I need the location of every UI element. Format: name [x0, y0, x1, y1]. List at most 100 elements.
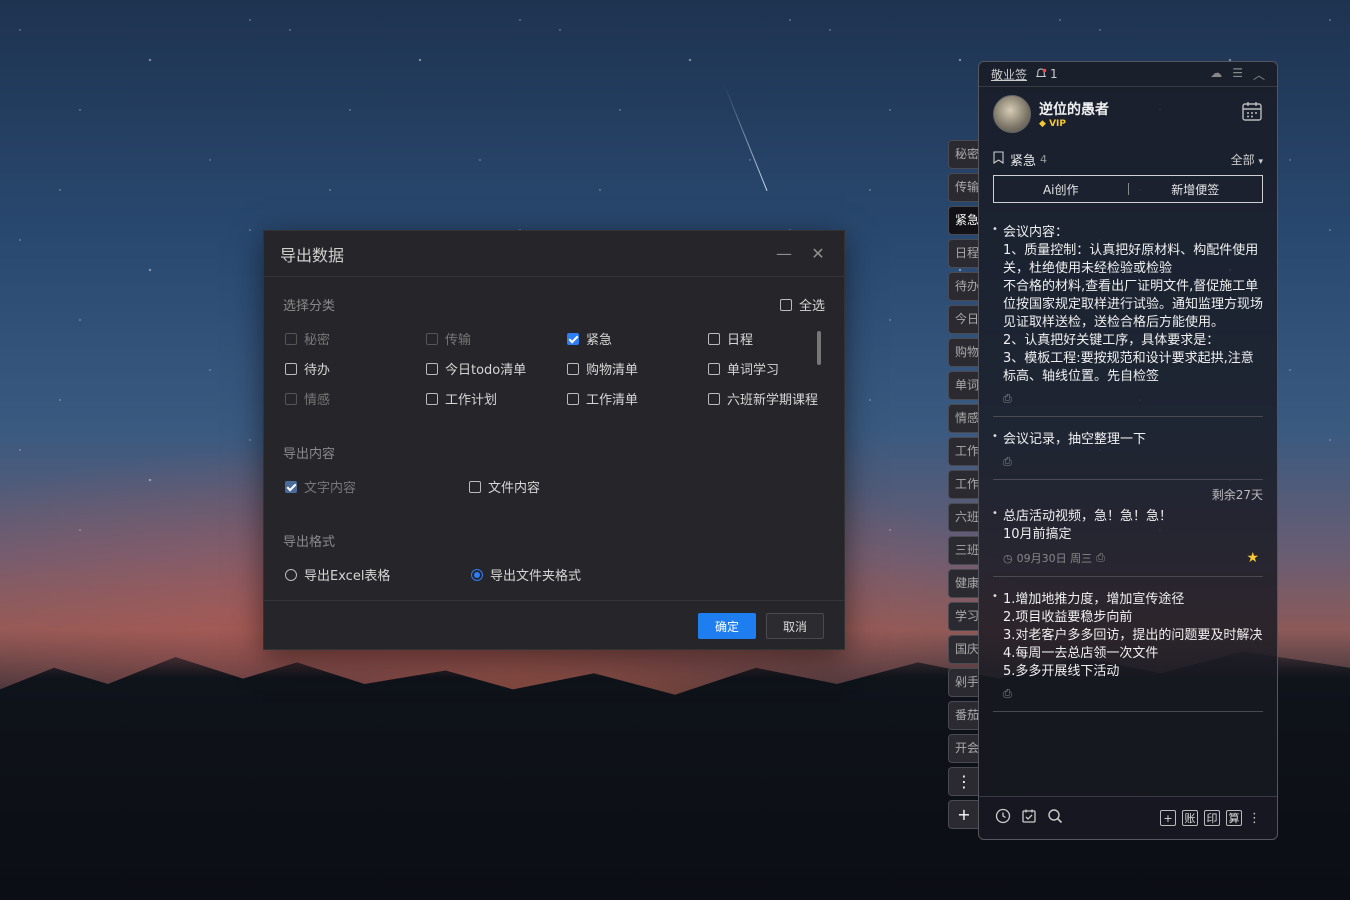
- user-info: 逆位的愚者 ◆ VIP: [993, 95, 1109, 133]
- bottom-tools: + 账印算: [1160, 810, 1242, 826]
- category-tab[interactable]: 开会: [948, 734, 979, 763]
- bookmark-icon: [993, 151, 1004, 168]
- category-tab[interactable]: 工作: [948, 470, 979, 499]
- close-icon[interactable]: ✕: [808, 244, 828, 264]
- note-text: 1.增加地推力度，增加宣传途径 2.项目收益要稳步向前 3.对老客户多多回访，提…: [1003, 592, 1263, 679]
- checkbox-icon: [426, 392, 438, 405]
- category-tab[interactable]: 单词: [948, 371, 979, 400]
- category-tab[interactable]: 三班: [948, 536, 979, 565]
- note-item[interactable]: 剩余27天总店活动视频，急！急！急！ 10月前搞定 ◷09月30日 周三⎙ ★: [992, 488, 1263, 577]
- star-icon[interactable]: ★: [1246, 550, 1259, 566]
- category-checkbox[interactable]: 传输: [426, 329, 471, 348]
- format-excel-radio[interactable]: 导出Excel表格: [285, 565, 390, 584]
- collapse-icon[interactable]: ︿: [1253, 66, 1265, 83]
- section-category-label: 选择分类: [283, 299, 336, 314]
- tabs-more-button[interactable]: ⋮: [948, 767, 979, 796]
- category-tab[interactable]: 待办: [948, 272, 979, 301]
- filter-dropdown[interactable]: 全部 ▾: [1231, 151, 1263, 168]
- note-text: 会议内容： 1、质量控制：认真把好原材料、构配件使用关，杜绝使用未经检验或检验 …: [1003, 225, 1263, 384]
- ai-create-button[interactable]: Ai创作: [994, 181, 1128, 198]
- category-tab[interactable]: 情感: [948, 404, 979, 433]
- current-category: 紧急: [1010, 154, 1037, 169]
- category-checkbox[interactable]: 待办: [285, 359, 330, 378]
- confirm-button[interactable]: 确定: [698, 613, 756, 639]
- category-tab[interactable]: 国庆: [948, 635, 979, 664]
- calculator-icon[interactable]: 算: [1226, 810, 1242, 826]
- category-tab[interactable]: 健康: [948, 569, 979, 598]
- category-tab[interactable]: 番茄: [948, 701, 979, 730]
- format-folder-radio[interactable]: 导出文件夹格式: [471, 565, 581, 584]
- notes-panel: 敬业签 1 ☁ ☰ ︿ 逆位的愚者 ◆ VIP 紧急 4 全部 ▾ Ai创作 新…: [978, 61, 1278, 840]
- category-tab[interactable]: 剁手: [948, 668, 979, 697]
- category-count: 4: [1040, 153, 1048, 166]
- category-tab[interactable]: 秘密: [948, 140, 979, 169]
- diamond-icon: ◆: [1039, 119, 1046, 129]
- vip-badge: VIP: [1049, 119, 1066, 129]
- checkbox-icon: [285, 332, 297, 345]
- category-tab[interactable]: 学习: [948, 602, 979, 631]
- category-checkbox[interactable]: 秘密: [285, 329, 330, 348]
- remaining-days: 剩余27天: [1211, 488, 1263, 502]
- category-tab[interactable]: 工作: [948, 437, 979, 466]
- checkbox-icon: [567, 332, 579, 345]
- panel-bottom-bar: + 账印算 ⋮: [979, 796, 1277, 839]
- category-checkbox[interactable]: 紧急: [567, 329, 612, 348]
- note-item[interactable]: 会议内容： 1、质量控制：认真把好原材料、构配件使用关，杜绝使用未经检验或检验 …: [992, 222, 1263, 417]
- meteor: [723, 83, 768, 192]
- dialog-header: 导出数据 — ✕: [264, 231, 844, 277]
- printer-icon[interactable]: ⎙: [1003, 687, 1012, 701]
- category-tab[interactable]: 紧急: [948, 206, 979, 235]
- radio-icon: [471, 568, 483, 581]
- add-category-button[interactable]: +: [948, 800, 979, 829]
- bell-icon[interactable]: [1035, 68, 1047, 80]
- user-name: 逆位的愚者: [1039, 102, 1109, 118]
- app-name[interactable]: 敬业签: [991, 66, 1027, 83]
- category-tab[interactable]: 传输: [948, 173, 979, 202]
- category-checkbox[interactable]: 购物清单: [567, 359, 638, 378]
- panel-titlebar: 敬业签 1 ☁ ☰ ︿: [979, 62, 1277, 87]
- category-checkbox[interactable]: 情感: [285, 389, 330, 408]
- clock-icon[interactable]: [995, 808, 1011, 828]
- search-icon[interactable]: [1047, 808, 1063, 828]
- category-scrollbar[interactable]: [817, 331, 821, 365]
- select-all-checkbox[interactable]: 全选: [780, 295, 825, 314]
- add-icon[interactable]: +: [1160, 810, 1176, 826]
- printer-icon[interactable]: ⎙: [1003, 455, 1012, 469]
- dialog-title: 导出数据: [280, 245, 345, 265]
- section-format-label: 导出格式: [283, 535, 336, 550]
- category-tab[interactable]: 今日: [948, 305, 979, 334]
- menu-icon[interactable]: ☰: [1232, 66, 1243, 83]
- content-file-checkbox[interactable]: 文件内容: [469, 477, 540, 496]
- content-text-checkbox[interactable]: 文字内容: [285, 477, 356, 496]
- category-checkbox[interactable]: 日程: [708, 329, 753, 348]
- stamp-icon[interactable]: 印: [1204, 810, 1220, 826]
- note-item[interactable]: 会议记录，抽空整理一下 ⎙: [992, 429, 1263, 480]
- checkbox-icon: [708, 392, 720, 405]
- category-tab[interactable]: 六班: [948, 503, 979, 532]
- category-tab[interactable]: 日程: [948, 239, 979, 268]
- category-checkbox[interactable]: 六班新学期课程: [708, 389, 818, 408]
- printer-icon[interactable]: ⎙: [1003, 392, 1012, 406]
- checkbox-icon: [469, 480, 481, 493]
- category-tab[interactable]: 购物: [948, 338, 979, 367]
- ledger-icon[interactable]: 账: [1182, 810, 1198, 826]
- note-item[interactable]: 1.增加地推力度，增加宣传途径 2.项目收益要稳步向前 3.对老客户多多回访，提…: [992, 589, 1263, 712]
- calendar-icon[interactable]: [1241, 100, 1263, 126]
- checkbox-icon: [426, 362, 438, 375]
- cloud-icon[interactable]: ☁: [1210, 66, 1222, 83]
- minimize-icon[interactable]: —: [774, 244, 794, 264]
- cancel-button[interactable]: 取消: [766, 613, 824, 639]
- category-checkbox[interactable]: 工作清单: [567, 389, 638, 408]
- clock-icon: ◷: [1003, 551, 1013, 565]
- category-checkbox[interactable]: 单词学习: [708, 359, 779, 378]
- category-checkbox[interactable]: 工作计划: [426, 389, 497, 408]
- avatar[interactable]: [993, 95, 1031, 133]
- checkbox-icon: [780, 298, 792, 311]
- more-icon[interactable]: ⋮: [1248, 811, 1261, 826]
- checkbox-icon: [285, 480, 297, 493]
- category-checkbox[interactable]: 今日todo清单: [426, 359, 526, 378]
- checkbox-icon: [567, 392, 579, 405]
- printer-icon[interactable]: ⎙: [1096, 551, 1105, 565]
- new-note-button[interactable]: 新增便签: [1129, 181, 1263, 198]
- checklist-icon[interactable]: [1021, 808, 1037, 828]
